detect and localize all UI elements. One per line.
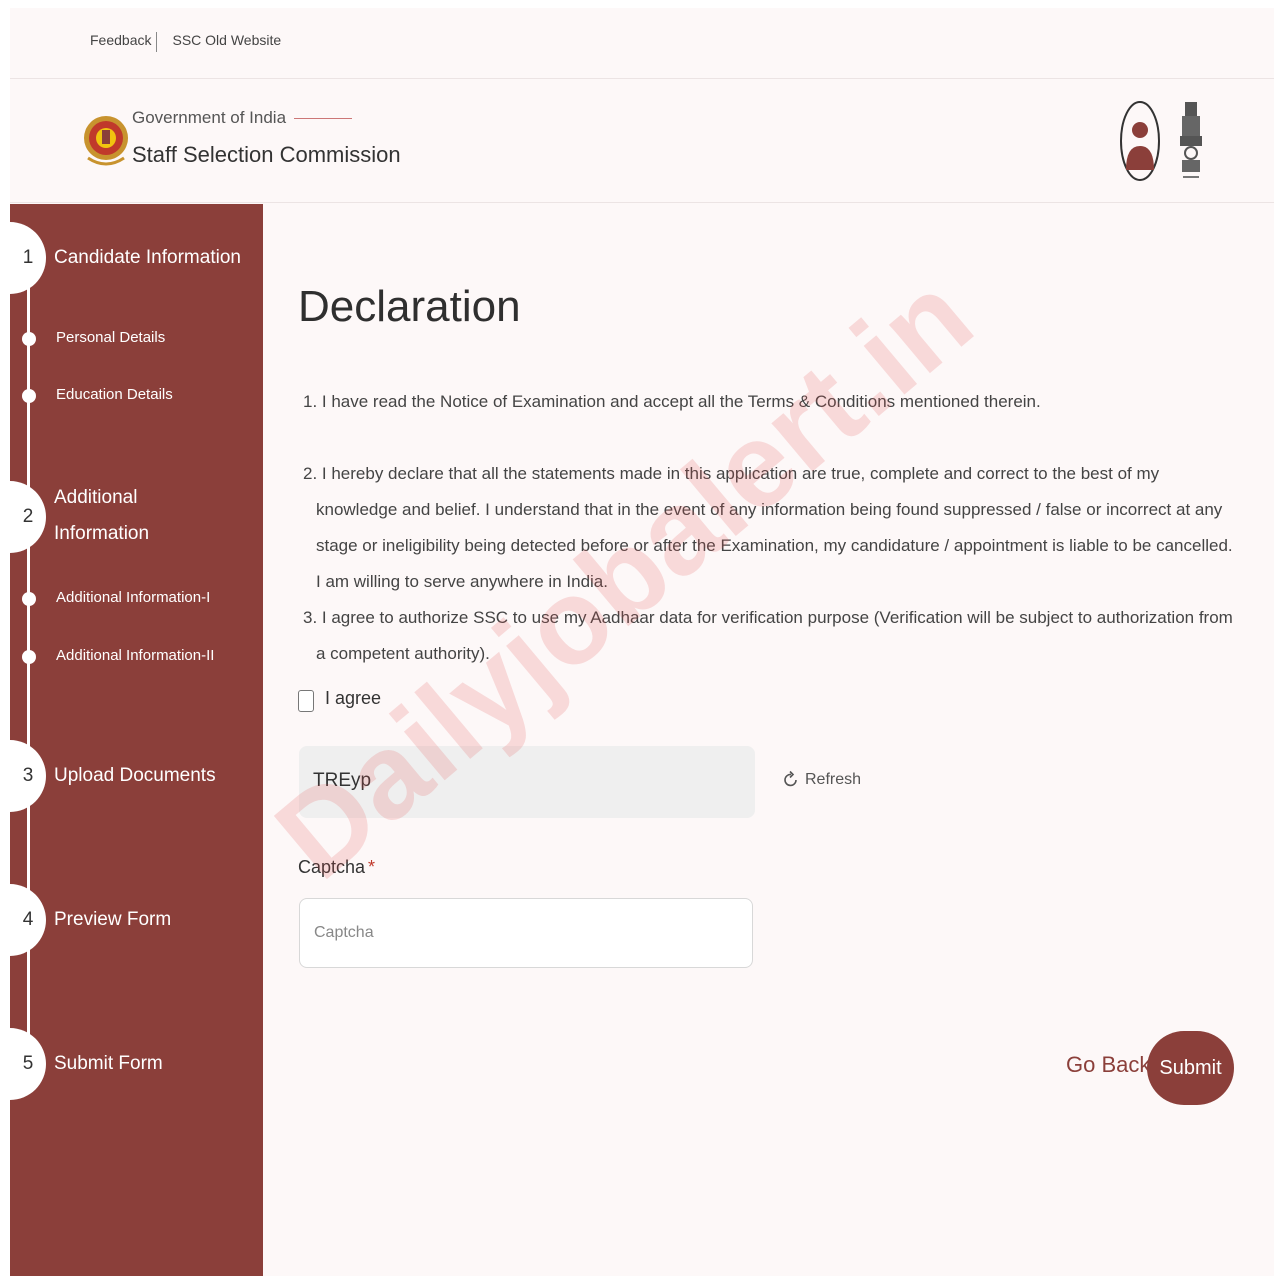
agree-checkbox[interactable] [298,690,314,712]
top-bar: Feedback SSC Old Website [10,8,1274,79]
declaration-3: 3. I agree to authorize SSC to use my Aa… [303,608,1233,663]
declaration-1: 1. I have read the Notice of Examination… [303,392,1041,411]
user-avatar-icon[interactable] [1119,100,1161,182]
captcha-input[interactable] [299,898,753,968]
top-links: Feedback SSC Old Website [85,32,286,52]
agree-label[interactable]: I agree [325,688,381,709]
ssc-logo-icon[interactable] [82,98,130,178]
page-title: Declaration [298,282,521,331]
captcha-text: TREyp [313,770,372,791]
refresh-icon [784,770,797,787]
step-2-label-line-1[interactable]: Additional [54,480,137,516]
feedback-link[interactable]: Feedback [85,32,156,52]
site-header: Government of India Staff Selection Comm… [10,80,1274,203]
declaration-2: 2. I hereby declare that all the stateme… [303,464,1233,591]
step-1-sub-2-dot [22,389,36,403]
sub-step-education-details[interactable]: Education Details [56,386,173,403]
national-emblem-icon [1180,102,1202,178]
step-2-sub-2-dot [22,650,36,664]
step-2-label-line-2[interactable]: Information [54,516,149,552]
step-2-sub-1-dot [22,592,36,606]
ssc-old-website-link[interactable]: SSC Old Website [167,32,286,52]
refresh-label: Refresh [805,771,862,788]
step-sidebar [10,204,263,1276]
step-1-sub-1-dot [22,332,36,346]
sub-step-personal-details[interactable]: Personal Details [56,329,165,346]
step-3-label[interactable]: Upload Documents [54,758,216,794]
gov-of-india-text: Government of India [132,108,353,128]
org-name: Staff Selection Commission [132,142,401,167]
go-back-button[interactable]: Go Back [1066,1052,1150,1078]
step-1-label[interactable]: Candidate Information [54,240,241,276]
sub-step-additional-info-2[interactable]: Additional Information-II [56,647,214,664]
required-asterisk: * [368,857,376,877]
gov-text: Government of India [132,108,287,127]
step-4-label[interactable]: Preview Form [54,902,171,938]
submit-button[interactable]: Submit [1147,1031,1234,1105]
refresh-captcha-button[interactable]: Refresh [783,770,861,790]
captcha-field-label: Captcha * [298,857,375,878]
captcha-label-text: Captcha [298,857,366,877]
link-divider [156,32,167,52]
step-5-label[interactable]: Submit Form [54,1046,163,1082]
sub-step-additional-info-1[interactable]: Additional Information-I [56,589,210,606]
divider-line [294,117,353,119]
